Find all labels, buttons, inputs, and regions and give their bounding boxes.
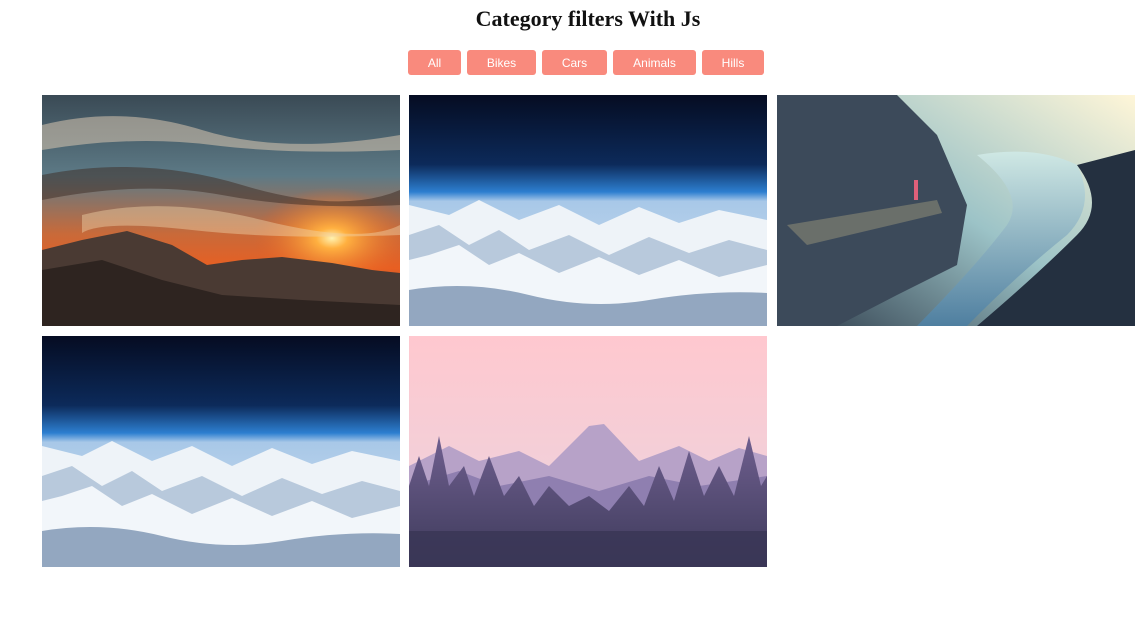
filter-animals-button[interactable]: Animals [613, 50, 696, 75]
gallery-image-snowy-mountains-2 [42, 336, 400, 567]
page-title: Category filters With Js [475, 6, 701, 31]
gallery-image-cliff-lake [777, 95, 1135, 326]
filter-bikes-button[interactable]: Bikes [467, 50, 536, 75]
gallery-image-pink-forest [409, 336, 767, 567]
filter-hills-button[interactable]: Hills [702, 50, 764, 75]
filter-cars-button[interactable]: Cars [542, 50, 607, 75]
gallery-image-mountain-sunset [42, 95, 400, 326]
gallery-image-snowy-mountains [409, 95, 767, 326]
filter-all-button[interactable]: All [408, 50, 461, 75]
filter-bar: All Bikes Cars Animals Hills [408, 50, 764, 75]
